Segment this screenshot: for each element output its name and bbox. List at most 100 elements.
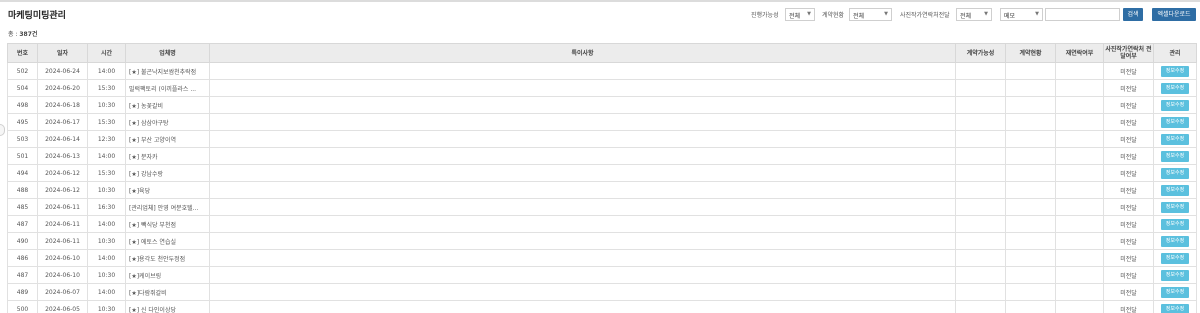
cell-recontact xyxy=(1055,62,1104,80)
cell-note xyxy=(209,181,956,199)
table-row[interactable]: 495 2024-06-17 15:30 [★] 삼삼야구탕 미전달 정보수정 xyxy=(7,113,1197,131)
cell-no: 490 xyxy=(7,232,38,250)
edit-info-button[interactable]: 정보수정 xyxy=(1161,218,1189,230)
cell-recontact xyxy=(1055,198,1104,216)
contract-filter-label: 계약현황 xyxy=(822,12,845,19)
edit-info-button[interactable]: 정보수정 xyxy=(1161,286,1189,298)
table-row[interactable]: 490 2024-06-11 10:30 [★] 에토스 연습실 미전달 정보수정 xyxy=(7,232,1197,250)
cell-photo-delivered: 미전달 xyxy=(1103,147,1154,165)
table-row[interactable]: 486 2024-06-10 14:00 [★]용각도 천안두정점 미전달 정보수정 xyxy=(7,249,1197,267)
sidebar-toggle-handle[interactable] xyxy=(0,124,5,136)
total-count: 총 : 387건 xyxy=(8,29,37,38)
cell-time: 16:30 xyxy=(87,198,126,216)
table-row[interactable]: 500 2024-06-05 10:30 [★] 신 다인이상당 미전달 정보수정 xyxy=(7,300,1197,313)
edit-info-button[interactable]: 정보수정 xyxy=(1161,167,1189,179)
cell-photo-delivered: 미전달 xyxy=(1103,96,1154,114)
table-row[interactable]: 487 2024-06-10 10:30 [★]케이브링 미전달 정보수정 xyxy=(7,266,1197,284)
cell-photo-delivered: 미전달 xyxy=(1103,232,1154,250)
edit-info-button[interactable]: 정보수정 xyxy=(1161,269,1189,281)
edit-info-button[interactable]: 정보수정 xyxy=(1161,252,1189,264)
cell-company: [★] 강남수랑 xyxy=(125,164,210,182)
cell-time: 15:30 xyxy=(87,113,126,131)
cell-date: 2024-06-05 xyxy=(37,300,88,313)
cell-no: 504 xyxy=(7,79,38,97)
cell-possibility xyxy=(955,300,1006,313)
table-row[interactable]: 502 2024-06-24 14:00 [★] 불곤낙지보쌈천추락점 미전달 정보수정 xyxy=(7,62,1197,80)
cell-company: [★]다람쥐갈비 xyxy=(125,283,210,301)
cell-manage: 정보수정 xyxy=(1153,249,1197,267)
cell-company: [★] 농꽃갈비 xyxy=(125,96,210,114)
cell-note xyxy=(209,249,956,267)
photo-filter-label: 사진작가연락처전달 xyxy=(900,12,950,19)
status-filter-value: 전체 xyxy=(789,13,801,20)
table-row[interactable]: 488 2024-06-12 10:30 [★]육당 미전달 정보수정 xyxy=(7,181,1197,199)
cell-time: 15:30 xyxy=(87,164,126,182)
cell-company: [★]케이브링 xyxy=(125,266,210,284)
cell-contract xyxy=(1005,130,1056,148)
search-input[interactable] xyxy=(1045,8,1120,21)
table-row[interactable]: 487 2024-06-11 14:00 [★] 빽식당 부천점 미전달 정보수정 xyxy=(7,215,1197,233)
excel-download-button[interactable]: 엑셀다운로드 xyxy=(1152,8,1196,21)
cell-time: 14:00 xyxy=(87,215,126,233)
edit-info-button[interactable]: 정보수정 xyxy=(1161,235,1189,247)
cell-photo-delivered: 미전달 xyxy=(1103,164,1154,182)
cell-no: 495 xyxy=(7,113,38,131)
status-filter-select[interactable]: 전체 ▼ xyxy=(785,8,815,21)
status-filter-label: 진행가능성 xyxy=(751,12,779,19)
header-time: 시간 xyxy=(87,43,126,63)
table-row[interactable]: 501 2024-06-13 14:00 [★] 분자카 미전달 정보수정 xyxy=(7,147,1197,165)
cell-no: 485 xyxy=(7,198,38,216)
cell-company: [★] 빽식당 부천점 xyxy=(125,215,210,233)
table-row[interactable]: 504 2024-06-20 15:30 밀럭팩토리 (이끼플라스 ... 미전달 정보수… xyxy=(7,79,1197,97)
cell-manage: 정보수정 xyxy=(1153,96,1197,114)
cell-company: [★] 신 다인이상당 xyxy=(125,300,210,313)
cell-time: 14:00 xyxy=(87,283,126,301)
table-body: 502 2024-06-24 14:00 [★] 불곤낙지보쌈천추락점 미전달 정보수정 5… xyxy=(7,62,1197,313)
cell-photo-delivered: 미전달 xyxy=(1103,62,1154,80)
photo-filter-select[interactable]: 전체 ▼ xyxy=(956,8,992,21)
table-row[interactable]: 494 2024-06-12 15:30 [★] 강남수랑 미전달 정보수정 xyxy=(7,164,1197,182)
cell-date: 2024-06-12 xyxy=(37,181,88,199)
table-header-row: 번호 일자 시간 업체명 특이사항 계약가능성 계약현황 재연락여부 사진작가연… xyxy=(7,43,1197,63)
cell-company: [★] 부산 고양이역 xyxy=(125,130,210,148)
table-row[interactable]: 503 2024-06-14 12:30 [★] 부산 고양이역 미전달 정보수정 xyxy=(7,130,1197,148)
cell-contract xyxy=(1005,266,1056,284)
edit-info-button[interactable]: 정보수정 xyxy=(1161,184,1189,196)
header-possibility: 계약가능성 xyxy=(955,43,1006,63)
cell-photo-delivered: 미전달 xyxy=(1103,283,1154,301)
cell-time: 10:30 xyxy=(87,96,126,114)
cell-no: 498 xyxy=(7,96,38,114)
contract-filter-select[interactable]: 전체 ▼ xyxy=(849,8,892,21)
photo-filter-value: 전체 xyxy=(960,13,972,20)
edit-info-button[interactable]: 정보수정 xyxy=(1161,65,1189,77)
table-row[interactable]: 498 2024-06-18 10:30 [★] 농꽃갈비 미전달 정보수정 xyxy=(7,96,1197,114)
edit-info-button[interactable]: 정보수정 xyxy=(1161,116,1189,128)
contract-filter-value: 전체 xyxy=(853,13,865,20)
table-row[interactable]: 489 2024-06-07 14:00 [★]다람쥐갈비 미전달 정보수정 xyxy=(7,283,1197,301)
edit-info-button[interactable]: 정보수정 xyxy=(1161,99,1189,111)
edit-info-button[interactable]: 정보수정 xyxy=(1161,133,1189,145)
cell-recontact xyxy=(1055,215,1104,233)
cell-recontact xyxy=(1055,300,1104,313)
header-manage: 관리 xyxy=(1153,43,1197,63)
search-field-select[interactable]: 메모 ▼ xyxy=(1000,8,1043,21)
edit-info-button[interactable]: 정보수정 xyxy=(1161,303,1189,313)
cell-manage: 정보수정 xyxy=(1153,62,1197,80)
cell-manage: 정보수정 xyxy=(1153,198,1197,216)
cell-no: 503 xyxy=(7,130,38,148)
table-row[interactable]: 485 2024-06-11 16:30 [관리업체] 안영 여분호텔... 미전달 정보… xyxy=(7,198,1197,216)
edit-info-button[interactable]: 정보수정 xyxy=(1161,201,1189,213)
cell-contract xyxy=(1005,62,1056,80)
cell-note xyxy=(209,113,956,131)
edit-info-button[interactable]: 정보수정 xyxy=(1161,82,1189,94)
search-button[interactable]: 검색 xyxy=(1123,8,1143,21)
cell-company: [★] 분자카 xyxy=(125,147,210,165)
cell-possibility xyxy=(955,249,1006,267)
cell-note xyxy=(209,147,956,165)
edit-info-button[interactable]: 정보수정 xyxy=(1161,150,1189,162)
cell-date: 2024-06-10 xyxy=(37,249,88,267)
cell-note xyxy=(209,215,956,233)
cell-possibility xyxy=(955,79,1006,97)
cell-note xyxy=(209,96,956,114)
cell-no: 500 xyxy=(7,300,38,313)
